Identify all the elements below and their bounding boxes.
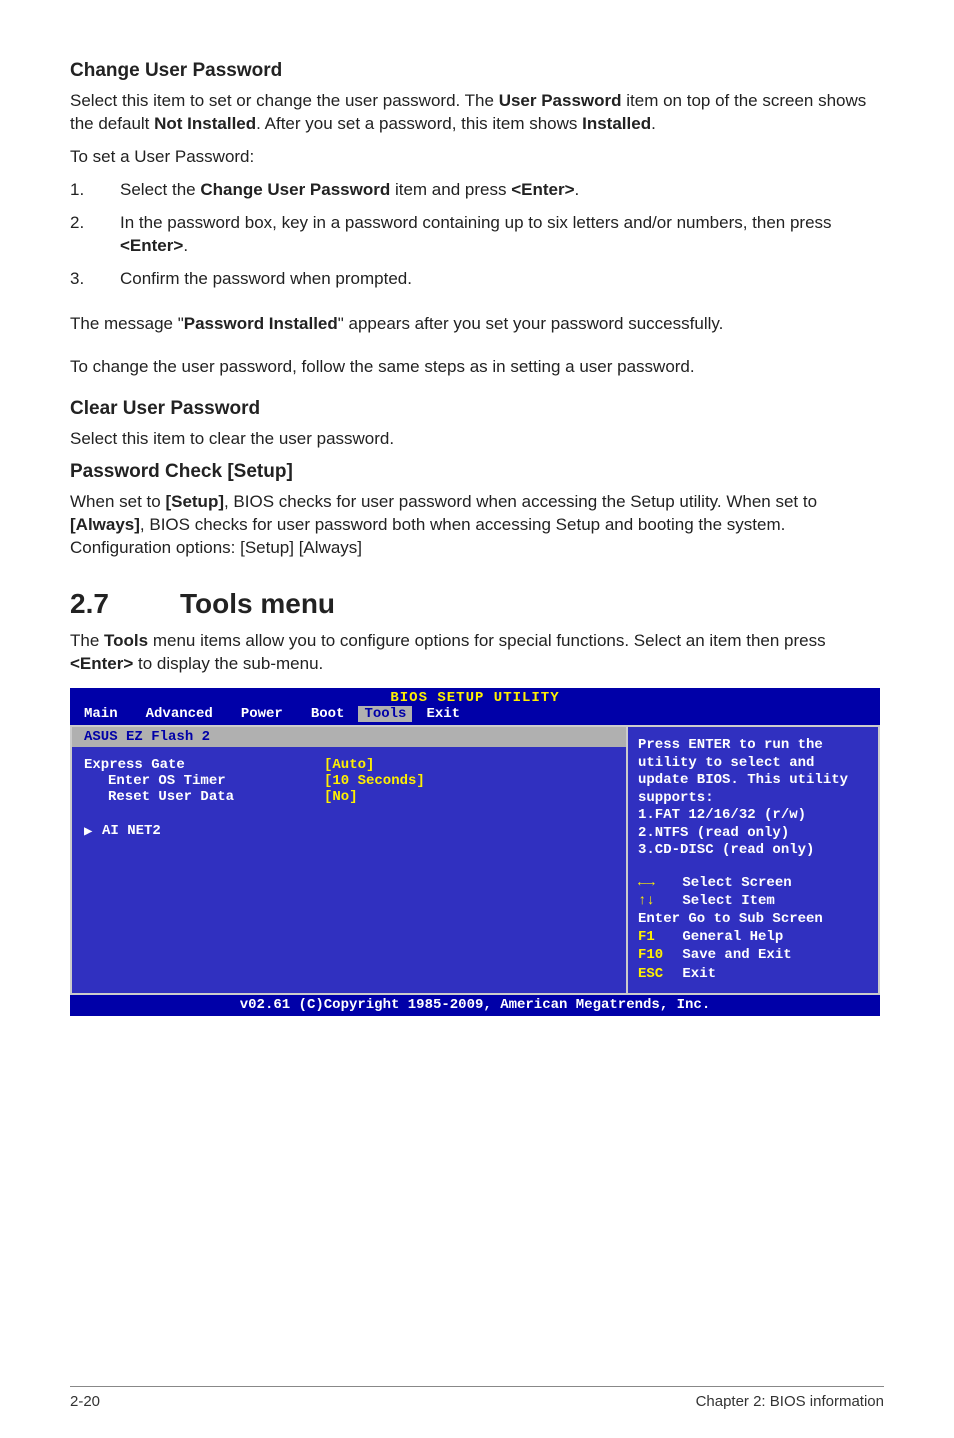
bold: [Setup] (165, 492, 224, 511)
bold: [Always] (70, 515, 140, 534)
bios-item-ez-flash: ASUS EZ Flash 2 (72, 727, 626, 747)
text: menu items allow you to configure option… (148, 631, 826, 650)
text: , BIOS checks for user password when acc… (224, 492, 817, 511)
para: Select this item to set or change the us… (70, 90, 884, 136)
para: To change the user password, follow the … (70, 356, 884, 379)
bios-key: F1 (638, 928, 674, 946)
bold: Password Installed (184, 314, 338, 333)
bios-right-panel: Press ENTER to run the utility to select… (628, 727, 878, 993)
list-number: 3. (70, 268, 120, 291)
para: The Tools menu items allow you to config… (70, 630, 884, 676)
bios-nav-label: Exit (682, 966, 716, 982)
bold: <Enter> (70, 654, 133, 673)
bios-tab-boot: Boot (297, 706, 359, 722)
bios-nav-label: Enter Go to Sub Screen (638, 910, 868, 928)
bios-nav-label: Select Screen (682, 875, 791, 891)
list-item: 2. In the password box, key in a passwor… (70, 212, 884, 258)
bios-tab-power: Power (227, 706, 297, 722)
bios-value: [10 Seconds] (324, 773, 425, 789)
text: item and press (390, 180, 511, 199)
text: Select the (120, 180, 200, 199)
text: . (183, 236, 188, 255)
bios-title: BIOS SETUP UTILITY (70, 688, 880, 706)
bios-help-text: 2.NTFS (read only) (638, 825, 868, 843)
bios-nav: ←→ Select Screen ↑↓ Select Item Enter Go… (638, 874, 868, 983)
text: When set to (70, 492, 165, 511)
para: When set to [Setup], BIOS checks for use… (70, 491, 884, 560)
bios-nav-label: General Help (682, 929, 783, 945)
bold: Not Installed (154, 114, 256, 133)
section-title: Tools menu (180, 588, 335, 620)
text: The (70, 631, 104, 650)
para: Select this item to clear the user passw… (70, 428, 884, 451)
bios-help-text: 3.CD-DISC (read only) (638, 842, 868, 860)
text: to display the sub-menu. (133, 654, 323, 673)
heading-change-user-password: Change User Password (70, 60, 884, 82)
bold: User Password (499, 91, 622, 110)
text: . (575, 180, 580, 199)
list-number: 1. (70, 179, 120, 202)
bios-item-reset-user-data: Reset User Data (84, 789, 324, 805)
heading-clear-user-password: Clear User Password (70, 398, 884, 420)
bold: <Enter> (511, 180, 574, 199)
bios-left-panel: ASUS EZ Flash 2 Express Gate [Auto] Ente… (72, 727, 628, 993)
bios-key: F10 (638, 946, 674, 964)
text: The message " (70, 314, 184, 333)
bios-value: [Auto] (324, 757, 374, 773)
arrow-lr-icon: ←→ (638, 874, 674, 892)
bios-item-ai-net2: AI NET2 (102, 823, 161, 840)
text: Select this item to set or change the us… (70, 91, 499, 110)
bios-tab-tools: Tools (358, 706, 412, 722)
bios-key: ESC (638, 965, 674, 983)
bios-nav-label: Select Item (682, 893, 774, 909)
bios-footer: v02.61 (C)Copyright 1985-2009, American … (70, 995, 880, 1016)
text: In the password box, key in a password c… (120, 213, 832, 232)
list-item: 1. Select the Change User Password item … (70, 179, 884, 202)
arrow-ud-icon: ↑↓ (638, 892, 674, 910)
bios-screenshot: BIOS SETUP UTILITY MainAdvancedPowerBoot… (70, 688, 880, 1016)
page-number: 2-20 (70, 1393, 100, 1410)
triangle-icon: ▶ (84, 823, 102, 840)
text: " appears after you set your password su… (338, 314, 724, 333)
bios-tab-advanced: Advanced (132, 706, 227, 722)
bios-item-express-gate: Express Gate (84, 757, 324, 773)
text: Confirm the password when prompted. (120, 268, 884, 291)
chapter-label: Chapter 2: BIOS information (696, 1393, 884, 1410)
bios-value: [No] (324, 789, 358, 805)
bold: <Enter> (120, 236, 183, 255)
bios-tab-main: Main (70, 706, 132, 722)
text: . (651, 114, 656, 133)
para: The message "Password Installed" appears… (70, 313, 884, 336)
bold: Tools (104, 631, 148, 650)
text: , BIOS checks for user password both whe… (70, 515, 785, 557)
heading-password-check: Password Check [Setup] (70, 461, 884, 483)
ordered-list: 1. Select the Change User Password item … (70, 179, 884, 291)
bios-help-text: 1.FAT 12/16/32 (r/w) (638, 807, 868, 825)
section-heading: 2.7 Tools menu (70, 588, 884, 620)
section-number: 2.7 (70, 588, 180, 620)
bold: Change User Password (200, 180, 390, 199)
bios-item-enter-os-timer: Enter OS Timer (84, 773, 324, 789)
text: . After you set a password, this item sh… (256, 114, 582, 133)
bios-nav-label: Save and Exit (682, 947, 791, 963)
page-footer: 2-20 Chapter 2: BIOS information (70, 1386, 884, 1410)
bios-tab-exit: Exit (412, 706, 474, 722)
bios-help-text: Press ENTER to run the utility to select… (638, 737, 868, 807)
para: To set a User Password: (70, 146, 884, 169)
list-number: 2. (70, 212, 120, 258)
bold: Installed (582, 114, 651, 133)
list-item: 3. Confirm the password when prompted. (70, 268, 884, 291)
bios-tabs: MainAdvancedPowerBootToolsExit (70, 706, 880, 725)
